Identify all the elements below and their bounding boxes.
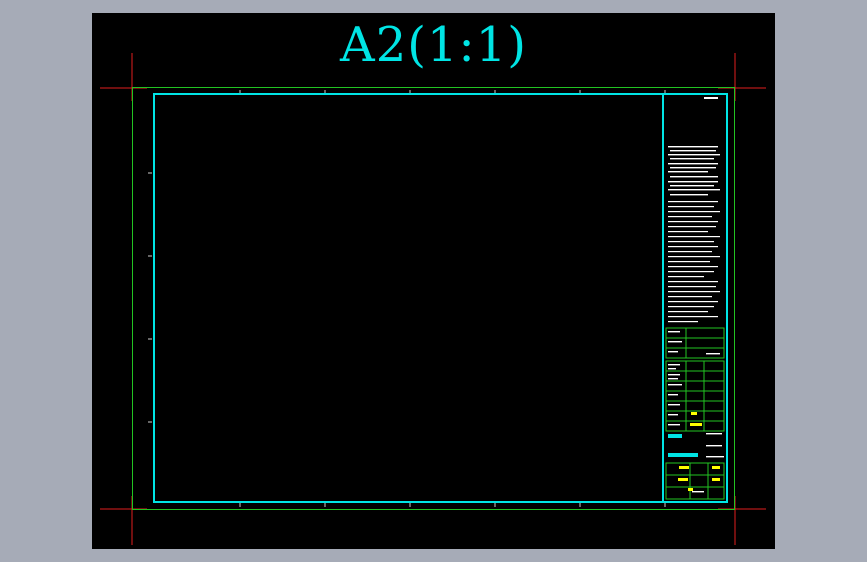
drawing-frame — [153, 93, 728, 503]
outer-border — [132, 87, 735, 510]
drawing-canvas — [100, 53, 766, 545]
title-block-highlights — [668, 412, 720, 491]
title-block-notes — [668, 97, 720, 323]
sheet-title: A2(1:1) — [340, 17, 527, 73]
cad-viewport[interactable]: A2(1:1) — [92, 13, 775, 549]
zone-ticks — [148, 90, 666, 507]
